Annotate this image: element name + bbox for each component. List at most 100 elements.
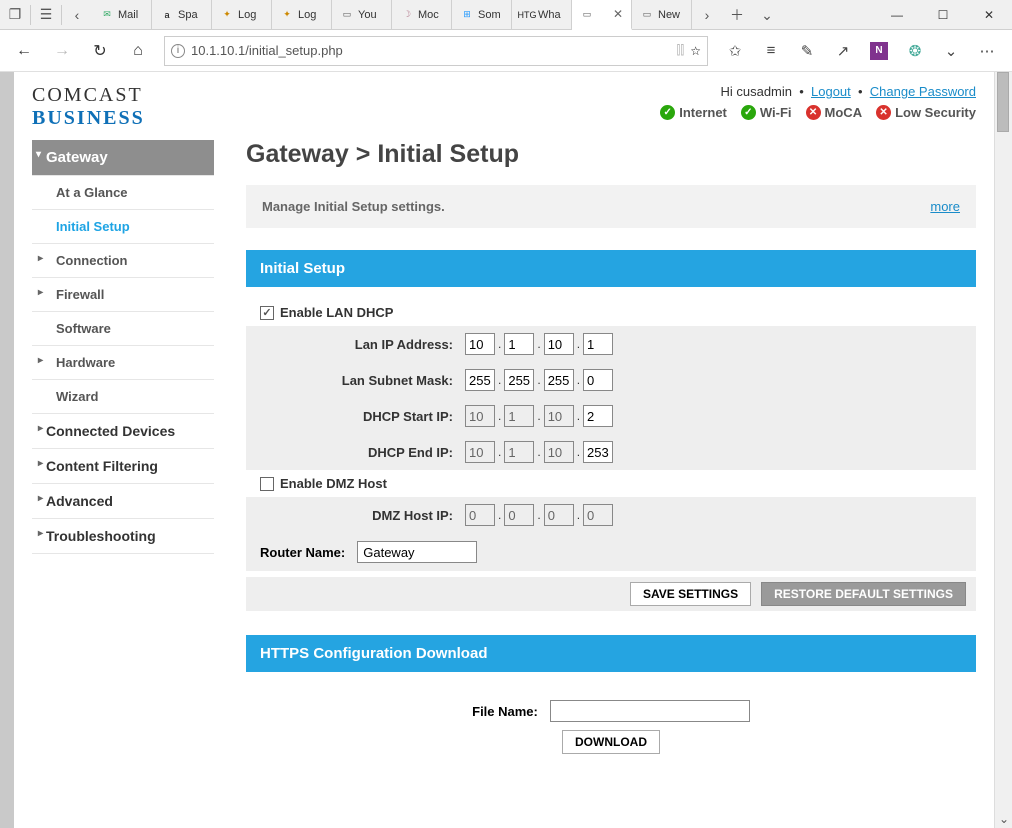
new-tab-button[interactable]: ＋	[722, 0, 752, 30]
status-label: MoCA	[825, 105, 863, 120]
spacer	[782, 0, 874, 29]
pocket-icon[interactable]: ⌄	[942, 42, 960, 60]
url-field-wrap[interactable]: i ⫿⫿ ☆	[164, 36, 708, 66]
sidebar-header-gateway[interactable]: Gateway	[32, 140, 214, 176]
browser-tab[interactable]: ▭New	[632, 0, 692, 29]
ip-octet-input[interactable]	[544, 333, 574, 355]
router-name-input[interactable]	[357, 541, 477, 563]
tab-close-icon[interactable]: ✕	[609, 7, 623, 21]
browser-tab[interactable]: ✦ Log	[212, 0, 272, 29]
viewport: COMCAST BUSINESS Hi cusadmin • Logout • …	[0, 72, 1012, 828]
browser-tab[interactable]: HTGWha	[512, 0, 572, 29]
sidebar-item[interactable]: Firewall	[32, 278, 214, 312]
close-window-button[interactable]: ✕	[966, 0, 1012, 30]
evernote-icon[interactable]: ❂	[906, 42, 924, 60]
lan-ip-label: Lan IP Address:	[258, 337, 465, 352]
forward-button[interactable]: →	[44, 33, 80, 69]
sidebar-item[interactable]: Troubleshooting	[32, 519, 214, 554]
download-button[interactable]: DOWNLOAD	[562, 730, 660, 754]
tab-favicon-icon: ✦	[220, 8, 234, 22]
ip-dot: .	[536, 409, 541, 423]
ip-octet-input[interactable]	[504, 333, 534, 355]
sidebar-item[interactable]: Software	[32, 312, 214, 346]
ip-octet-input	[544, 405, 574, 427]
url-input[interactable]	[191, 43, 671, 58]
dhcp-start-row: DHCP Start IP: ...	[246, 398, 976, 434]
left-gutter	[0, 72, 14, 828]
sidebar-top-level: Connected DevicesContent FilteringAdvanc…	[32, 414, 214, 554]
reading-list-toolbar-icon[interactable]: ≡	[762, 42, 780, 60]
more-link[interactable]: more	[930, 199, 960, 214]
ip-octet-input[interactable]	[583, 369, 613, 391]
tab-favicon-icon: ▭	[340, 8, 354, 22]
ip-octet-input[interactable]	[583, 405, 613, 427]
reading-view-icon[interactable]: ⫿⫿	[677, 43, 685, 58]
browser-titlebar: ❐ ☰ ‹ ✉MailaSpa✦Log✦Log▭You☽Moc⊞SomHTGWh…	[0, 0, 1012, 30]
panel-https-body: File Name: DOWNLOAD	[246, 672, 976, 762]
status-item: ✕ MoCA	[806, 105, 863, 120]
notes-icon[interactable]: ✎	[798, 42, 816, 60]
browser-tab[interactable]: ✉Mail	[92, 0, 152, 29]
toolbar-right: ✩ ≡ ✎ ↗ N ❂ ⌄ ⋯	[716, 42, 1006, 60]
tab-label: Log	[238, 9, 256, 21]
share-icon[interactable]: ↗	[834, 42, 852, 60]
logout-link[interactable]: Logout	[811, 84, 851, 99]
minimize-button[interactable]: —	[874, 0, 920, 30]
enable-lan-dhcp-checkbox[interactable]: ✓	[260, 306, 274, 320]
browser-tab[interactable]: ▭You	[332, 0, 392, 29]
info-bar: Manage Initial Setup settings. more	[246, 185, 976, 228]
tab-forward-icon[interactable]: ›	[692, 0, 722, 30]
sidebar-item[interactable]: Wizard	[32, 380, 214, 414]
browser-tab[interactable]: ⊞Som	[452, 0, 512, 29]
ip-octet-input[interactable]	[465, 369, 495, 391]
ip-octet-input[interactable]	[504, 369, 534, 391]
sidebar-item[interactable]: Initial Setup	[32, 210, 214, 244]
browser-tab[interactable]: aSpa	[152, 0, 212, 29]
sidebar-item[interactable]: At a Glance	[32, 176, 214, 210]
favorites-icon[interactable]: ✩	[726, 42, 744, 60]
tab-back-icon[interactable]: ‹	[62, 0, 92, 30]
browser-tab[interactable]: ▭✕	[572, 0, 632, 30]
ip-dot: .	[576, 445, 581, 459]
dhcp-end-fields: ...	[465, 441, 613, 463]
restore-defaults-button[interactable]: RESTORE DEFAULT SETTINGS	[761, 582, 966, 606]
browser-tab[interactable]: ✦Log	[272, 0, 332, 29]
ip-dot: .	[497, 409, 502, 423]
status-error-icon: ✕	[806, 105, 821, 120]
change-password-link[interactable]: Change Password	[870, 84, 976, 99]
maximize-button[interactable]: ☐	[920, 0, 966, 30]
home-button[interactable]: ⌂	[120, 33, 156, 69]
sidebar-item[interactable]: Hardware	[32, 346, 214, 380]
file-name-input[interactable]	[550, 700, 750, 722]
tab-label: Moc	[418, 9, 439, 21]
tab-menu-icon[interactable]: ⌄	[752, 0, 782, 30]
scroll-down-icon[interactable]: ⌄	[995, 810, 1012, 828]
refresh-button[interactable]: ↻	[82, 33, 118, 69]
info-icon[interactable]: i	[171, 44, 185, 58]
status-line: ✓Internet✓Wi-Fi✕MoCA✕Low Security	[660, 105, 976, 120]
task-view-icon[interactable]: ❐	[0, 0, 30, 30]
save-settings-button[interactable]: SAVE SETTINGS	[630, 582, 751, 606]
panel-initial-setup-head: Initial Setup	[246, 250, 976, 287]
ip-octet-input[interactable]	[583, 441, 613, 463]
ip-octet-input[interactable]	[465, 333, 495, 355]
favorite-star-icon[interactable]: ☆	[690, 44, 701, 58]
titlebar-left: ❐ ☰ ‹	[0, 0, 92, 29]
enable-dmz-checkbox[interactable]	[260, 477, 274, 491]
vertical-scrollbar[interactable]: ⌄	[994, 72, 1012, 828]
sidebar-item[interactable]: Content Filtering	[32, 449, 214, 484]
sidebar-item[interactable]: Advanced	[32, 484, 214, 519]
scroll-thumb[interactable]	[997, 72, 1009, 132]
more-icon[interactable]: ⋯	[978, 42, 996, 60]
ip-octet-input[interactable]	[544, 369, 574, 391]
ip-octet-input[interactable]	[583, 333, 613, 355]
ip-dot: .	[497, 373, 502, 387]
back-button[interactable]: ←	[6, 33, 42, 69]
sidebar-item[interactable]: Connected Devices	[32, 414, 214, 449]
ip-octet-input	[465, 405, 495, 427]
reading-list-icon[interactable]: ☰	[31, 0, 61, 30]
onenote-icon[interactable]: N	[870, 42, 888, 60]
enable-lan-dhcp-row: ✓ Enable LAN DHCP	[246, 299, 976, 326]
browser-tab[interactable]: ☽Moc	[392, 0, 452, 29]
sidebar-item[interactable]: Connection	[32, 244, 214, 278]
